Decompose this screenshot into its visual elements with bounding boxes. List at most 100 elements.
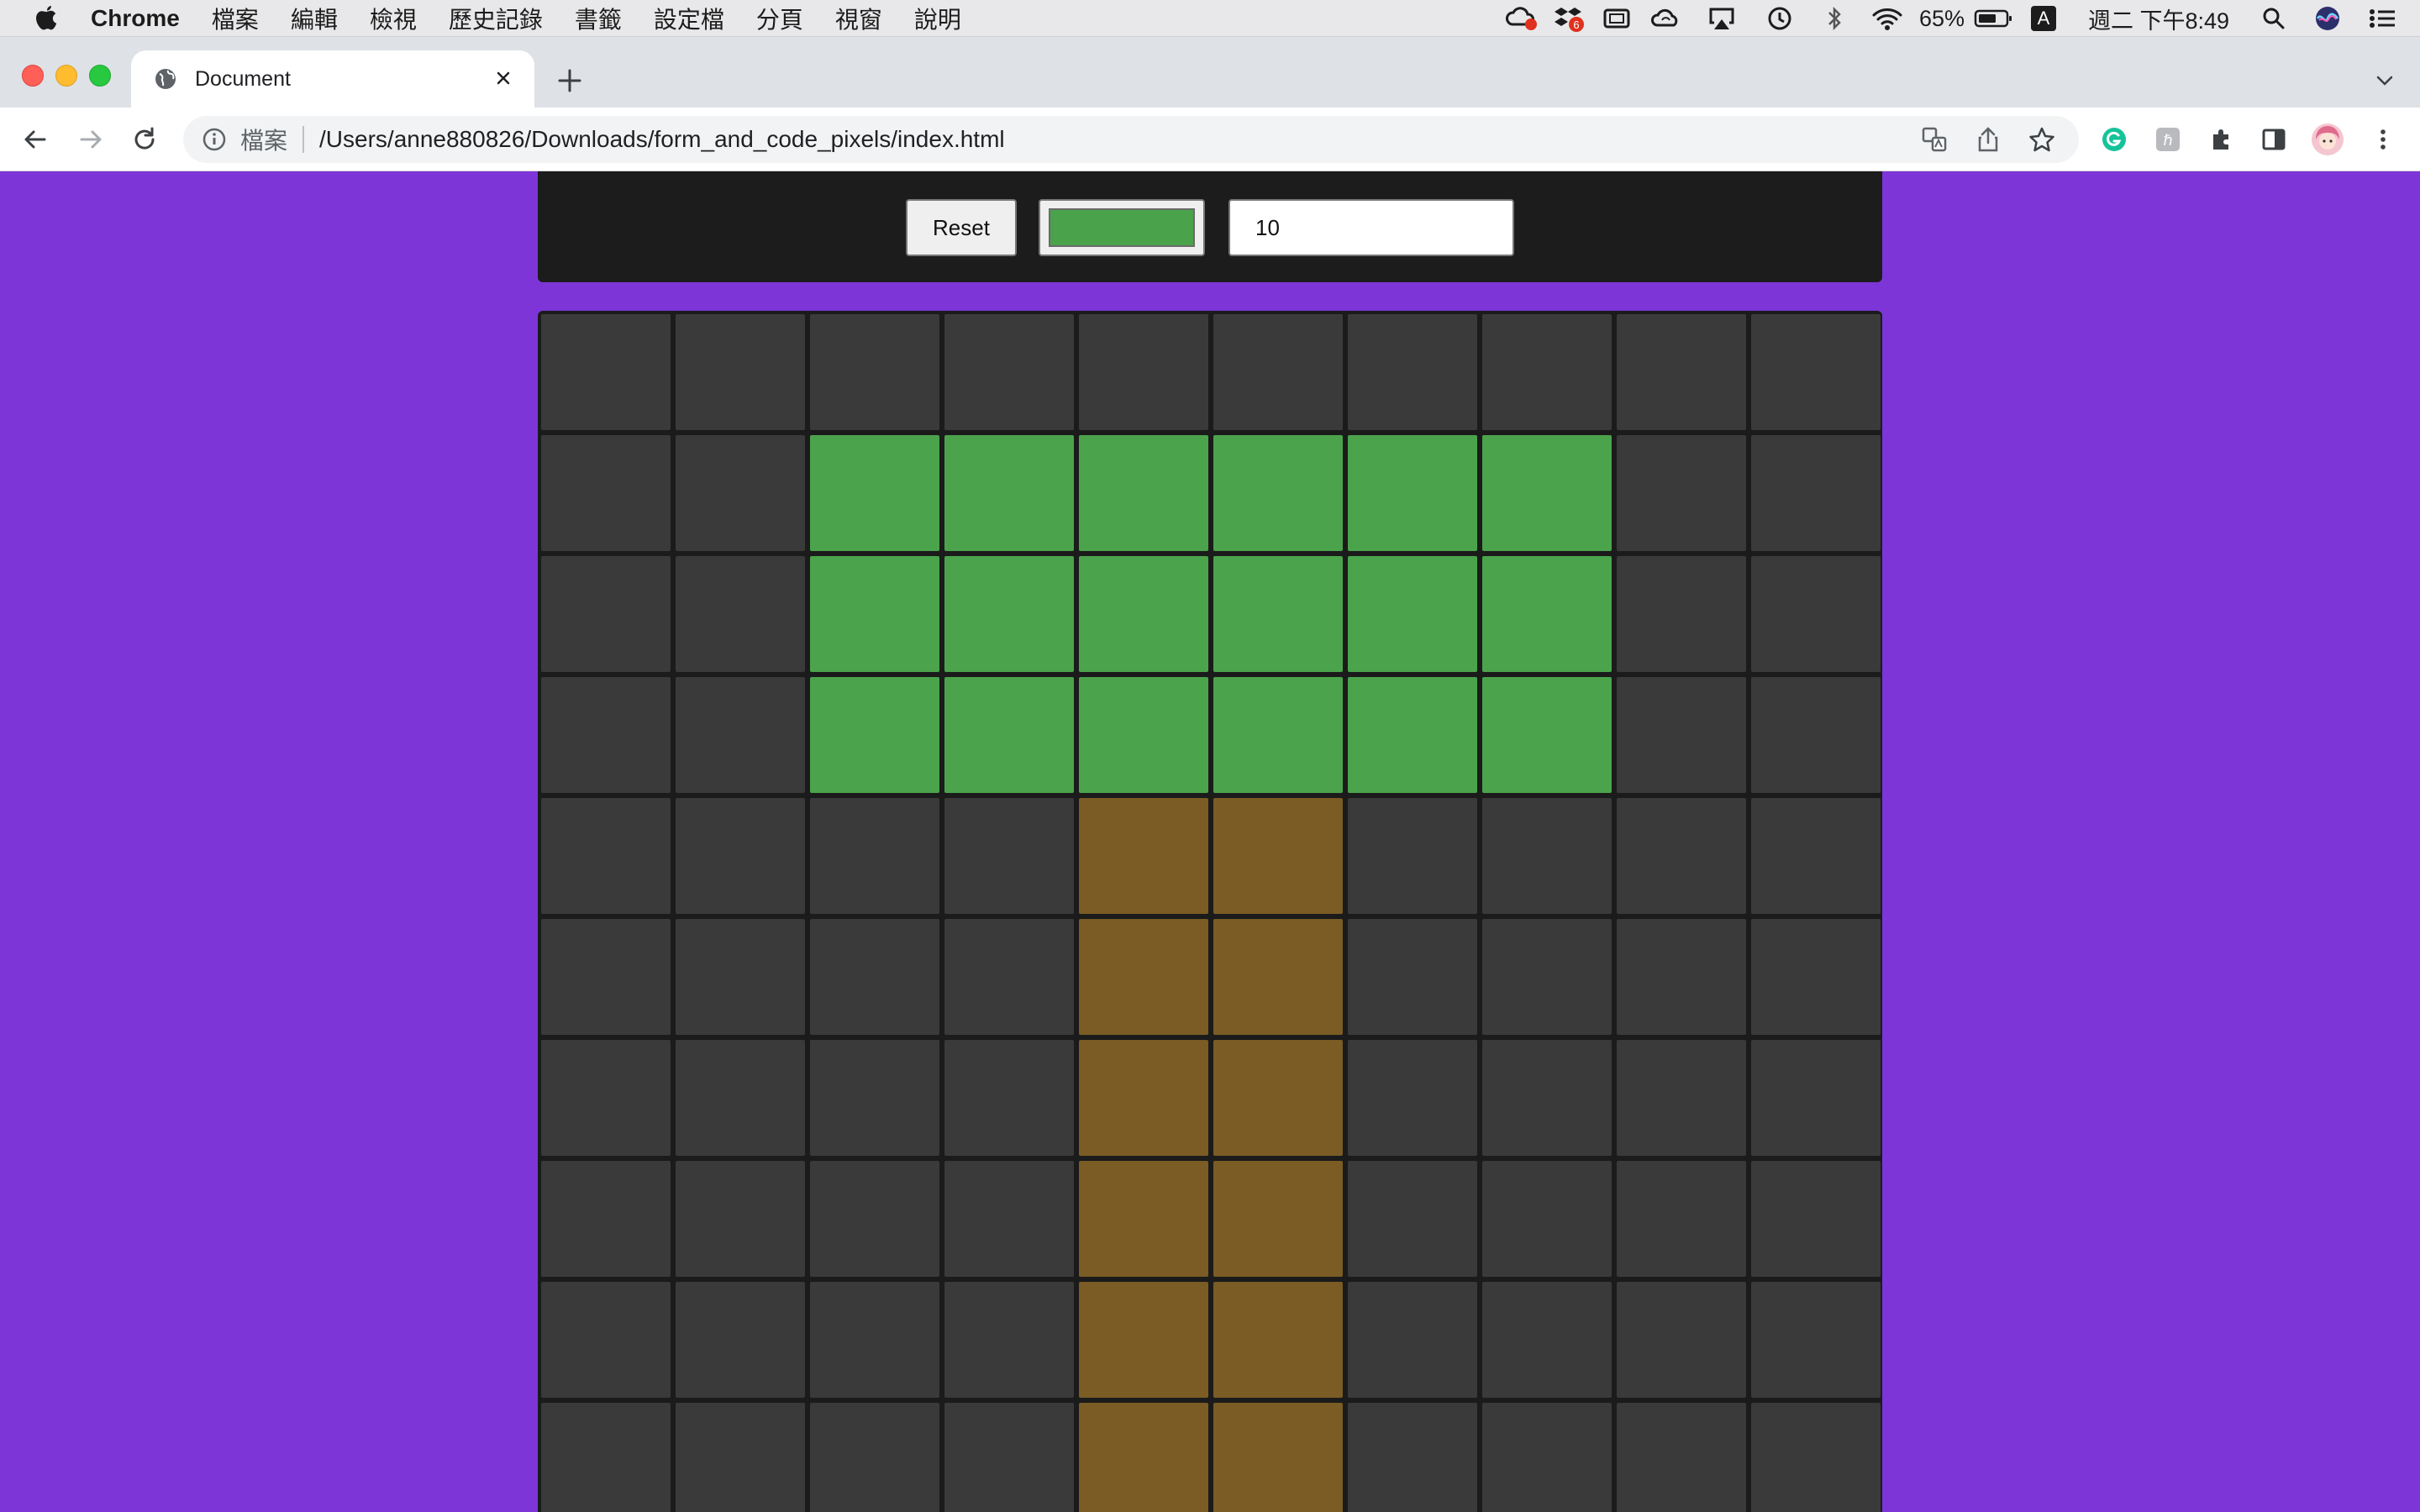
grid-cell[interactable] (1482, 314, 1612, 430)
grid-cell[interactable] (541, 435, 671, 551)
screen-mirror-icon[interactable] (1593, 0, 1640, 37)
grammarly-extension-icon[interactable] (2097, 123, 2131, 156)
grid-cell[interactable] (810, 435, 939, 551)
grid-cell[interactable] (944, 435, 1074, 551)
forward-arrow-icon[interactable] (74, 123, 108, 156)
grid-cell[interactable] (1079, 1403, 1208, 1512)
grid-cell[interactable] (1079, 677, 1208, 793)
menu-history[interactable]: 歷史記錄 (449, 2, 543, 35)
grid-cell[interactable] (944, 1282, 1074, 1398)
grid-cell[interactable] (1751, 677, 1881, 793)
grid-cell[interactable] (1348, 1282, 1477, 1398)
grid-cell[interactable] (1482, 1282, 1612, 1398)
share-icon[interactable] (1961, 126, 2015, 153)
grid-cell[interactable] (541, 677, 671, 793)
grid-cell[interactable] (1079, 1282, 1208, 1398)
grid-cell[interactable] (1213, 1403, 1343, 1512)
grid-cell[interactable] (1482, 798, 1612, 914)
grid-cell[interactable] (1348, 677, 1477, 793)
grid-cell[interactable] (541, 798, 671, 914)
grid-cell[interactable] (1213, 919, 1343, 1035)
menu-profiles[interactable]: 設定檔 (654, 2, 724, 35)
control-center-icon[interactable] (2354, 0, 2410, 37)
grid-cell[interactable] (1213, 1282, 1343, 1398)
grid-cell[interactable] (1482, 1161, 1612, 1277)
menu-window[interactable]: 視窗 (835, 2, 882, 35)
menu-bookmarks[interactable]: 書籤 (575, 2, 622, 35)
grid-cell[interactable] (810, 919, 939, 1035)
menu-app-name[interactable]: Chrome (91, 5, 180, 32)
grid-cell[interactable] (1079, 919, 1208, 1035)
grid-cell[interactable] (1079, 556, 1208, 672)
grid-cell[interactable] (1617, 1403, 1746, 1512)
grid-cell[interactable] (1617, 1040, 1746, 1156)
grid-cell[interactable] (1482, 677, 1612, 793)
grid-cell[interactable] (1751, 314, 1881, 430)
grid-cell[interactable] (1348, 1040, 1477, 1156)
grid-cell[interactable] (944, 677, 1074, 793)
dropbox-icon[interactable]: 6 (1546, 0, 1593, 37)
battery-icon[interactable] (1970, 0, 2017, 37)
grid-cell[interactable] (1079, 1040, 1208, 1156)
back-arrow-icon[interactable] (18, 123, 52, 156)
grid-cell[interactable] (1348, 556, 1477, 672)
kanji-extension-icon[interactable]: ℏ (2151, 123, 2185, 156)
grid-cell[interactable] (1751, 1282, 1881, 1398)
browser-tab-active[interactable]: Document (131, 50, 534, 108)
grid-cell[interactable] (944, 314, 1074, 430)
time-machine-icon[interactable] (1751, 0, 1808, 37)
address-bar[interactable]: 檔案 /Users/anne880826/Downloads/form_and_… (183, 116, 2079, 163)
grid-cell[interactable] (944, 1040, 1074, 1156)
grid-cell[interactable] (676, 1161, 805, 1277)
grid-cell[interactable] (1348, 919, 1477, 1035)
spotlight-search-icon[interactable] (2247, 0, 2301, 37)
grid-cell[interactable] (676, 1282, 805, 1398)
grid-cell[interactable] (1617, 677, 1746, 793)
menu-tab[interactable]: 分頁 (756, 2, 803, 35)
window-close-button[interactable] (22, 65, 44, 87)
reset-button[interactable]: Reset (906, 199, 1017, 256)
window-zoom-button[interactable] (89, 65, 111, 87)
siri-icon[interactable] (2301, 0, 2354, 37)
airplay-icon[interactable] (1692, 0, 1751, 37)
grid-cell[interactable] (944, 798, 1074, 914)
grid-cell[interactable] (1213, 798, 1343, 914)
tab-close-icon[interactable] (491, 66, 516, 91)
grid-cell[interactable] (1213, 435, 1343, 551)
chrome-menu-kebab-icon[interactable] (2366, 123, 2400, 156)
grid-cell[interactable] (1079, 435, 1208, 551)
grid-cell[interactable] (944, 556, 1074, 672)
grid-cell[interactable] (1213, 556, 1343, 672)
grid-cell[interactable] (541, 919, 671, 1035)
grid-cell[interactable] (1751, 556, 1881, 672)
grid-cell[interactable] (944, 1403, 1074, 1512)
bluetooth-icon[interactable] (1808, 0, 1860, 37)
grid-cell[interactable] (676, 556, 805, 672)
new-tab-plus-icon[interactable] (555, 66, 585, 96)
grid-cell[interactable] (810, 1040, 939, 1156)
grid-cell[interactable] (1751, 1403, 1881, 1512)
grid-cell[interactable] (541, 1040, 671, 1156)
grid-cell[interactable] (810, 314, 939, 430)
menu-edit[interactable]: 編輯 (291, 2, 338, 35)
tab-search-chevron-down-icon[interactable] (2373, 69, 2396, 92)
grid-cell[interactable] (1617, 556, 1746, 672)
color-picker-input[interactable] (1039, 199, 1205, 256)
window-minimize-button[interactable] (55, 65, 77, 87)
menu-bar-clock[interactable]: 週二 下午8:49 (2070, 0, 2247, 37)
grid-cell[interactable] (1213, 1161, 1343, 1277)
side-panel-icon[interactable] (2257, 123, 2291, 156)
grid-cell[interactable] (1348, 435, 1477, 551)
grid-cell[interactable] (1751, 798, 1881, 914)
grid-cell[interactable] (1079, 314, 1208, 430)
grid-cell[interactable] (1617, 1161, 1746, 1277)
translate-icon[interactable] (1907, 126, 1961, 153)
apple-logo-icon[interactable] (34, 4, 59, 33)
grid-cell[interactable] (1348, 1161, 1477, 1277)
grid-cell[interactable] (1617, 314, 1746, 430)
grid-cell[interactable] (810, 1282, 939, 1398)
grid-cell[interactable] (1751, 435, 1881, 551)
grid-cell[interactable] (1213, 314, 1343, 430)
grid-cell[interactable] (541, 314, 671, 430)
grid-cell[interactable] (1482, 435, 1612, 551)
